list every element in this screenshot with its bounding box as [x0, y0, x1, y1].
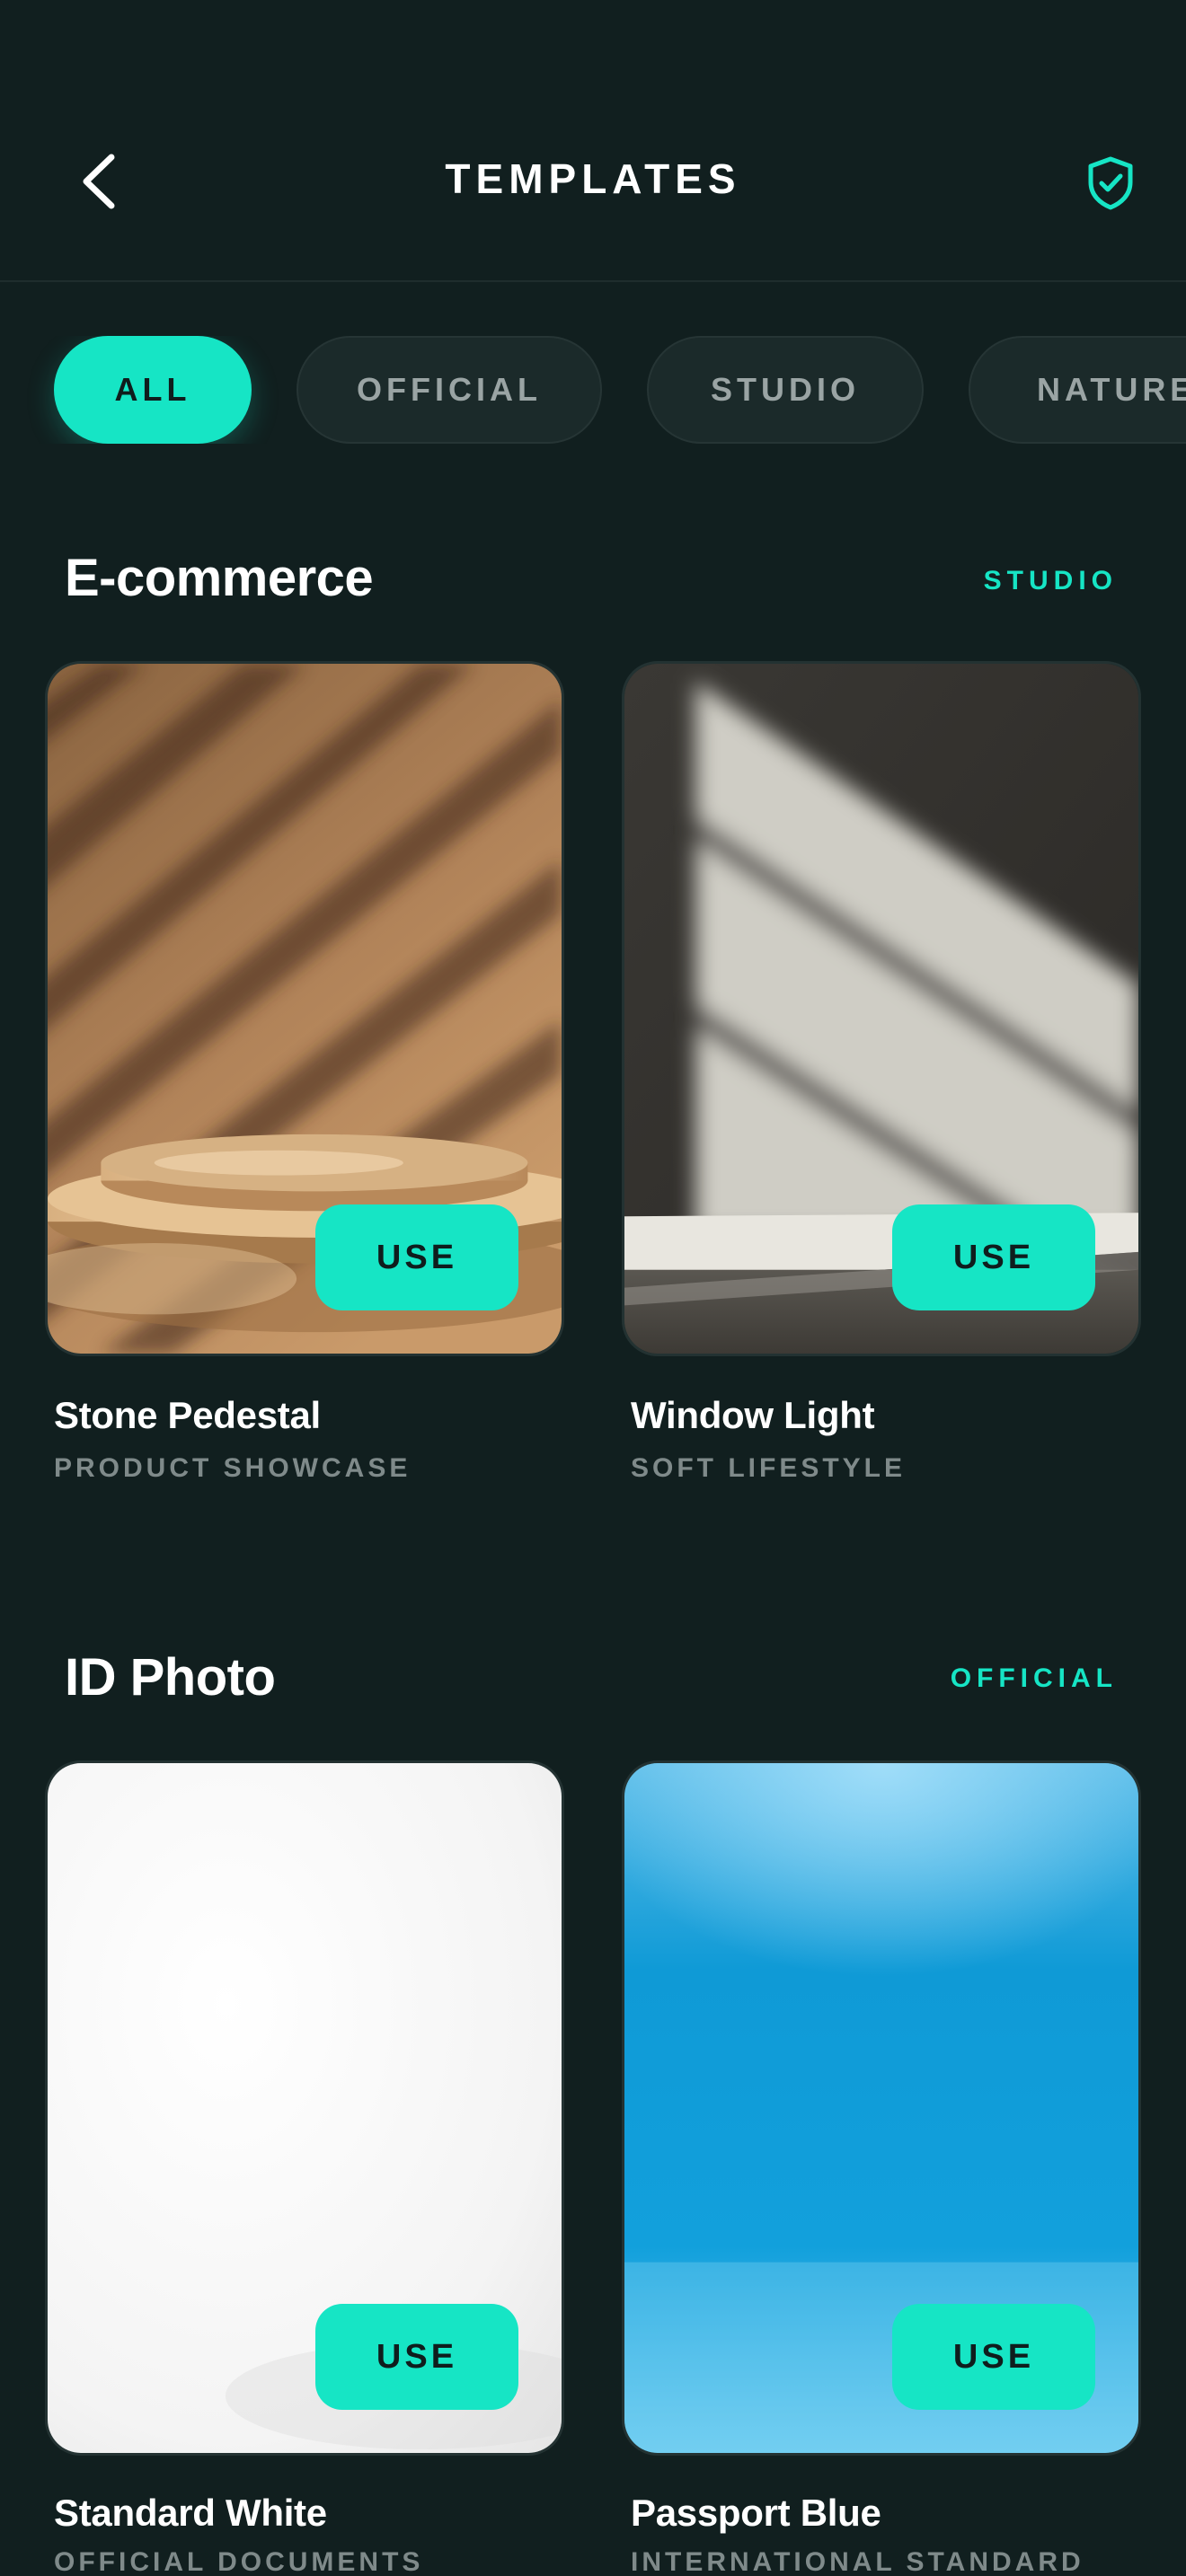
card-subtitle: SOFT LIFESTYLE: [631, 1453, 907, 1483]
privacy-button[interactable]: [1084, 153, 1137, 214]
chip-nature[interactable]: NATURE: [969, 336, 1186, 444]
card-title: Window Light: [631, 1394, 875, 1436]
card-subtitle: PRODUCT SHOWCASE: [54, 1453, 412, 1483]
card-subtitle: OFFICIAL DOCUMENTS: [54, 2547, 424, 2576]
chip-official[interactable]: OFFICIAL: [296, 336, 602, 444]
chip-all[interactable]: ALL: [54, 336, 252, 444]
section-title-id-photo: ID Photo: [65, 1648, 276, 1707]
card-title: Passport Blue: [631, 2492, 881, 2534]
templates-screen: TEMPLATES ALL OFFICIAL STUDIO NATURE E-c…: [0, 0, 1186, 2576]
filter-chips: ALL OFFICIAL STUDIO NATURE: [0, 336, 1186, 444]
use-button[interactable]: USE: [315, 2304, 518, 2410]
section-tag-official[interactable]: OFFICIAL: [951, 1663, 1118, 1694]
use-button[interactable]: USE: [892, 2304, 1095, 2410]
card-title: Stone Pedestal: [54, 1394, 321, 1436]
template-card-passport-blue[interactable]: USE: [622, 1760, 1141, 2456]
page-title: TEMPLATES: [445, 155, 741, 202]
shield-check-icon: [1088, 156, 1133, 210]
section-tag-studio[interactable]: STUDIO: [984, 566, 1118, 596]
use-button[interactable]: USE: [315, 1204, 518, 1310]
section-title-ecommerce: E-commerce: [65, 549, 374, 607]
card-title: Standard White: [54, 2492, 327, 2534]
template-card-stone-pedestal[interactable]: USE: [45, 661, 564, 1356]
top-app-bar: TEMPLATES: [0, 0, 1186, 282]
use-button[interactable]: USE: [892, 1204, 1095, 1310]
card-subtitle: INTERNATIONAL STANDARD: [631, 2547, 1084, 2576]
template-card-window-light[interactable]: USE: [622, 661, 1141, 1356]
template-card-standard-white[interactable]: USE: [45, 1760, 564, 2456]
chip-studio[interactable]: STUDIO: [647, 336, 924, 444]
